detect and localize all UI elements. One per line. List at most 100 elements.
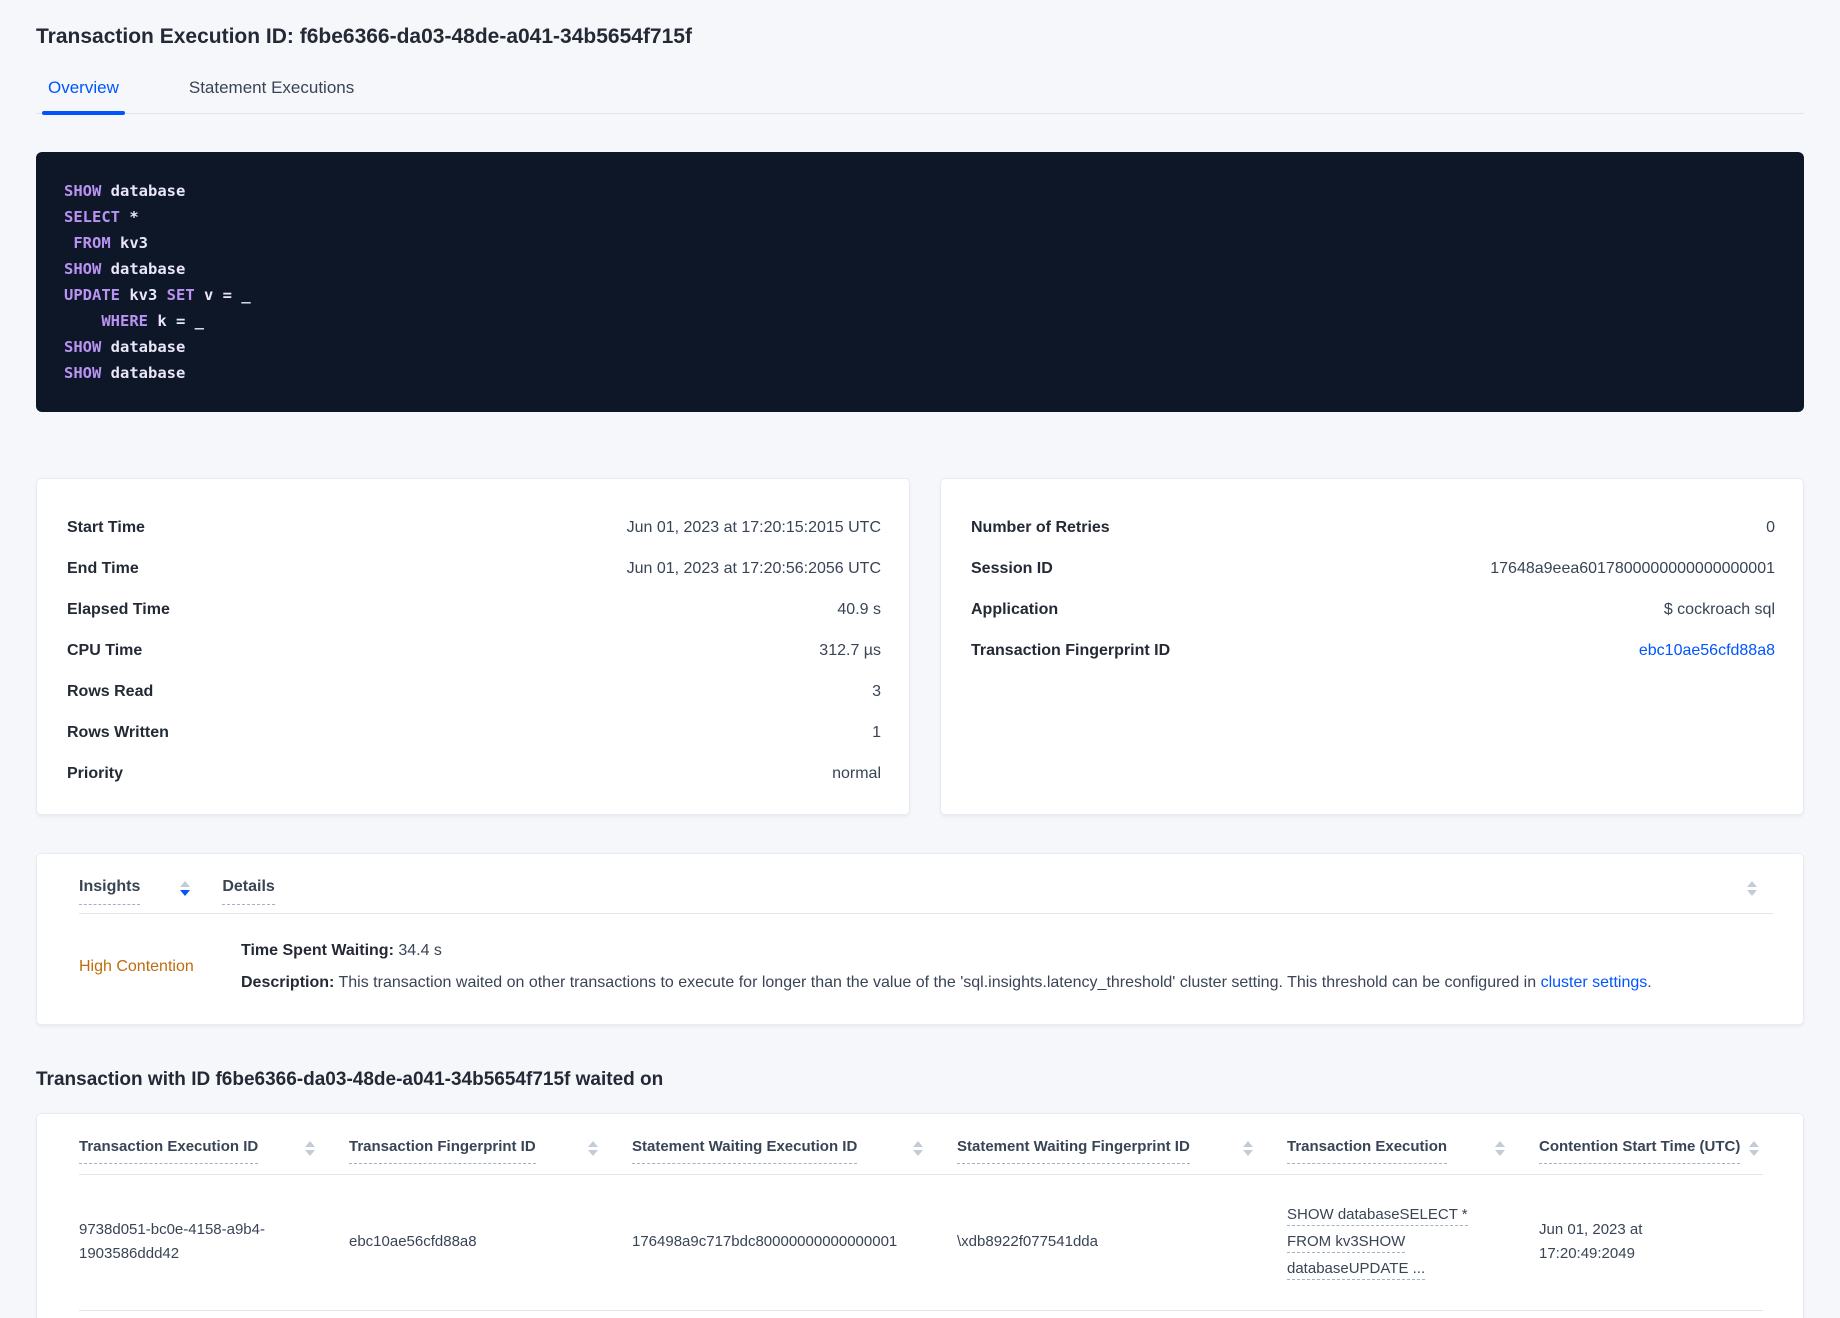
- column-header-label[interactable]: Transaction Execution: [1287, 1138, 1448, 1164]
- sort-down-icon: [180, 890, 191, 896]
- transaction-details-page: Transaction Execution ID: f6be6366-da03-…: [0, 24, 1840, 1318]
- sort-down-icon: [1495, 1150, 1505, 1156]
- stat-row: Start Time Jun 01, 2023 at 17:20:15:2015 …: [67, 507, 881, 548]
- stat-row: Rows Read 3: [67, 671, 881, 712]
- description-label: Description:: [241, 974, 335, 991]
- transaction-execution-truncated-link[interactable]: SHOW databaseSELECT * FROM kv3SHOW datab…: [1287, 1206, 1468, 1280]
- sql-line: FROM kv3: [64, 230, 1776, 256]
- sql-token: *: [120, 208, 139, 226]
- summary-cards: Start Time Jun 01, 2023 at 17:20:15:2015 …: [36, 478, 1804, 815]
- table-footer: [79, 1311, 1763, 1318]
- sql-keyword: SELECT: [64, 208, 120, 226]
- transaction-fingerprint-link[interactable]: ebc10ae56cfd88a8: [1639, 642, 1775, 660]
- sql-line: SHOW database: [64, 360, 1776, 386]
- stat-value: 1: [872, 723, 881, 741]
- insights-column-header[interactable]: Insights: [79, 878, 141, 905]
- stat-value: 17648a9eea6017800000000000000001: [1490, 559, 1775, 577]
- tab-statement-executions[interactable]: Statement Executions: [183, 78, 360, 113]
- stat-label: Elapsed Time: [67, 600, 170, 618]
- cluster-settings-link[interactable]: cluster settings: [1541, 974, 1648, 991]
- timing-stats-rows: Start Time Jun 01, 2023 at 17:20:15:2015 …: [67, 507, 881, 794]
- insights-table-header: Insights Details: [79, 878, 1773, 905]
- column-header-statement-waiting-fingerprint-id: Statement Waiting Fingerprint ID: [957, 1138, 1287, 1164]
- column-header-transaction-execution-id: Transaction Execution ID: [79, 1138, 349, 1164]
- stat-label: Application: [971, 600, 1059, 618]
- sort-down-icon: [588, 1150, 598, 1156]
- stat-row: Session ID 17648a9eea60178000000000000000…: [971, 548, 1775, 589]
- stat-value: 3: [872, 682, 881, 700]
- waited-on-table-header: Transaction Execution ID Transaction Fin…: [79, 1138, 1763, 1164]
- tab-overview[interactable]: Overview: [42, 78, 125, 115]
- details-column-header[interactable]: Details: [222, 878, 275, 905]
- sort-icon[interactable]: [1495, 1141, 1505, 1156]
- timing-stats-card: Start Time Jun 01, 2023 at 17:20:15:2015 …: [36, 478, 910, 815]
- sort-down-icon: [913, 1150, 923, 1156]
- column-header-label[interactable]: Statement Waiting Fingerprint ID: [957, 1138, 1190, 1164]
- page-title: Transaction Execution ID: f6be6366-da03-…: [36, 25, 692, 48]
- stat-label: Rows Written: [67, 723, 169, 741]
- sql-line: SHOW database: [64, 334, 1776, 360]
- waited-on-table-row: 9738d051-bc0e-4158-a9b4-1903586ddd42 ebc…: [79, 1175, 1763, 1311]
- sql-keyword: SHOW: [64, 260, 102, 278]
- sort-up-icon: [1749, 1141, 1759, 1147]
- stat-row: Number of Retries 0: [971, 507, 1775, 548]
- stat-label: Transaction Fingerprint ID: [971, 641, 1171, 659]
- stat-value: Jun 01, 2023 at 17:20:56:2056 UTC: [626, 559, 881, 577]
- sort-up-icon: [1747, 881, 1757, 887]
- stat-row: Transaction Fingerprint ID ebc10ae56cfd88…: [971, 630, 1775, 671]
- tab-bar: Overview Statement Executions: [36, 78, 1804, 115]
- sort-icon[interactable]: [1749, 1141, 1759, 1156]
- insight-row: High Contention Time Spent Waiting: 34.4…: [79, 914, 1773, 994]
- session-stats-rows: Number of Retries 0 Session ID 17648a9eea60…: [971, 507, 1775, 671]
- stat-label: Start Time: [67, 518, 145, 536]
- column-header-label[interactable]: Transaction Execution ID: [79, 1138, 259, 1164]
- stat-row: Rows Written 1: [67, 712, 881, 753]
- cell-statement-waiting-fingerprint-id: \xdb8922f077541dda: [957, 1232, 1098, 1250]
- column-header-label[interactable]: Transaction Fingerprint ID: [349, 1138, 536, 1164]
- stat-label: Session ID: [971, 559, 1053, 577]
- sql-token: database: [101, 338, 186, 356]
- sort-icon[interactable]: [305, 1141, 315, 1156]
- stat-label: Rows Read: [67, 682, 154, 700]
- stat-row: Application $ cockroach sql: [971, 589, 1775, 630]
- stat-row: End Time Jun 01, 2023 at 17:20:56:2056 UT…: [67, 548, 881, 589]
- sql-keyword: WHERE: [101, 312, 148, 330]
- sql-keyword: FROM: [73, 234, 111, 252]
- stat-value: 0: [1766, 518, 1775, 536]
- insight-description: Description: This transaction waited on …: [241, 972, 1652, 994]
- stat-label: Priority: [67, 764, 124, 782]
- sort-up-icon: [1243, 1141, 1253, 1147]
- insight-severity-cell: High Contention: [79, 958, 241, 976]
- stat-label: Number of Retries: [971, 518, 1110, 536]
- sql-token: database: [101, 182, 186, 200]
- sql-line: WHERE k = _: [64, 308, 1776, 334]
- sql-keyword: SHOW: [64, 364, 102, 382]
- column-header-statement-waiting-execution-id: Statement Waiting Execution ID: [632, 1138, 957, 1164]
- column-header-label[interactable]: Contention Start Time (UTC): [1539, 1138, 1741, 1164]
- sql-statement-box: SHOW database SELECT * FROM kv3 SHOW datab…: [36, 152, 1804, 412]
- high-contention-badge: High Contention: [79, 958, 194, 975]
- column-header-label[interactable]: Statement Waiting Execution ID: [632, 1138, 858, 1164]
- column-header-contention-start-time: Contention Start Time (UTC): [1539, 1138, 1763, 1164]
- waited-on-heading: Transaction with ID f6be6366-da03-48de-a…: [36, 1069, 664, 1090]
- stat-label: End Time: [67, 559, 139, 577]
- sort-icon[interactable]: [1747, 881, 1757, 896]
- sql-line: SHOW database: [64, 256, 1776, 282]
- sort-down-icon: [1749, 1150, 1759, 1156]
- stat-value: 312.7 µs: [819, 641, 881, 659]
- stat-value: $ cockroach sql: [1663, 600, 1775, 618]
- cell-statement-waiting-execution-id: 176498a9c717bdc80000000000000001: [632, 1232, 898, 1250]
- sql-token: database: [101, 364, 186, 382]
- description-suffix: .: [1647, 974, 1652, 991]
- sort-icon[interactable]: [1243, 1141, 1253, 1156]
- sql-line: SELECT *: [64, 204, 1776, 230]
- sort-down-icon: [305, 1150, 315, 1156]
- sql-keyword: SET: [166, 286, 195, 304]
- sort-icon[interactable]: [180, 881, 191, 896]
- sql-token: kv3: [120, 286, 167, 304]
- sort-icon[interactable]: [913, 1141, 923, 1156]
- sort-icon[interactable]: [588, 1141, 598, 1156]
- column-header-transaction-execution: Transaction Execution: [1287, 1138, 1539, 1164]
